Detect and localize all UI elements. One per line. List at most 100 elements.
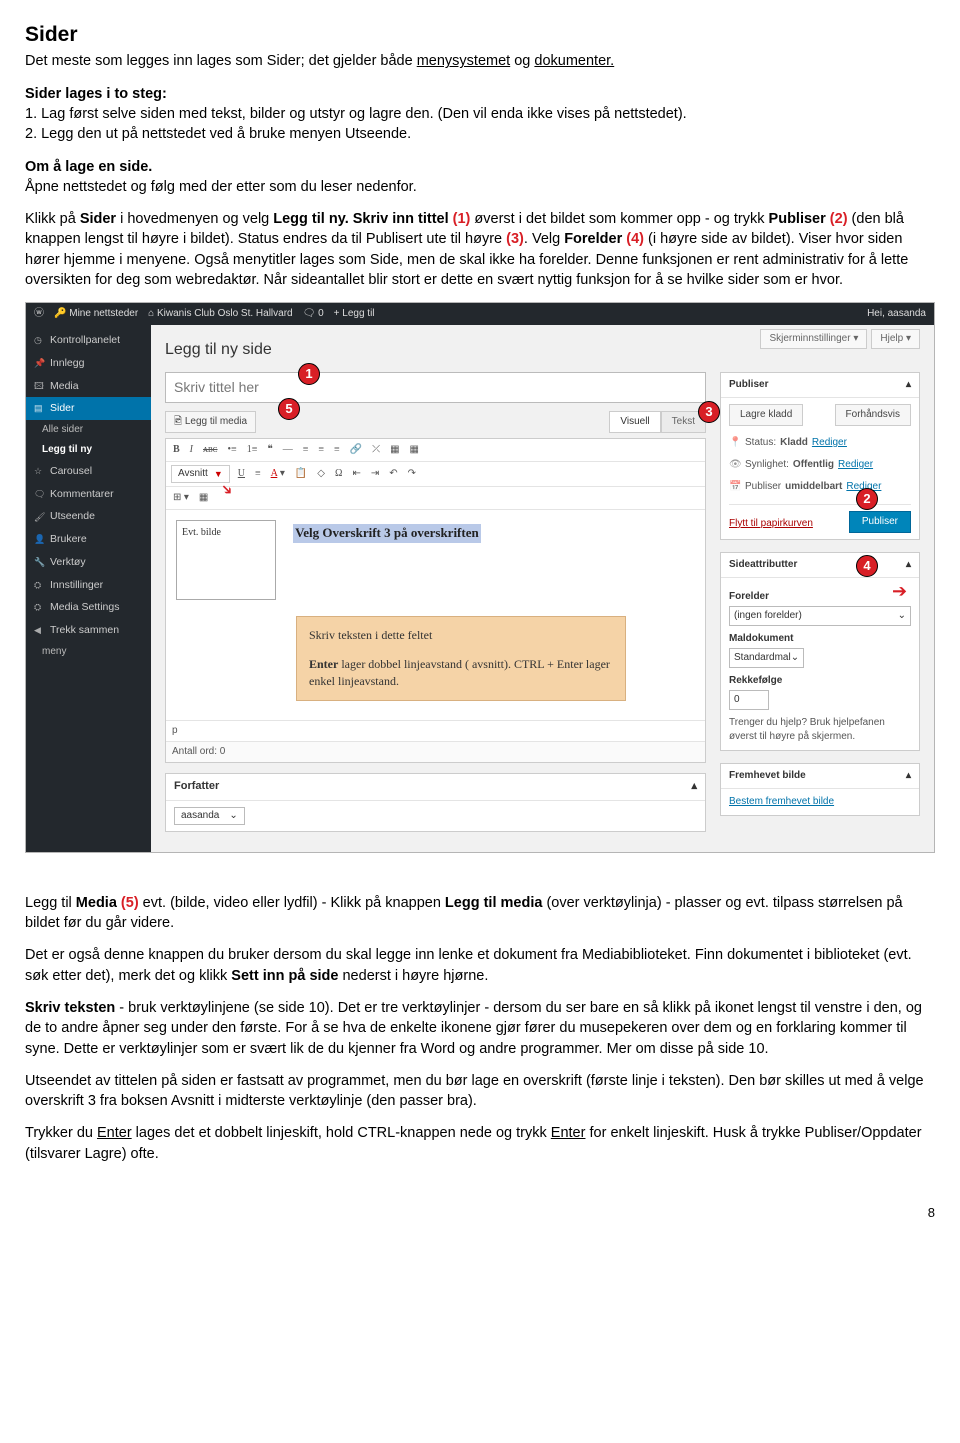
- more-button[interactable]: ▦: [388, 442, 401, 458]
- template-select[interactable]: Standardmal⌄: [729, 648, 804, 668]
- order-label: Rekkefølge: [729, 674, 911, 688]
- tab-screen-options[interactable]: Skjerminnstillinger ▾: [760, 329, 867, 349]
- menu-posts[interactable]: 📌Innlegg: [26, 352, 151, 375]
- step-2: 2. Legg den ut på nettstedet ved å bruke…: [25, 126, 411, 142]
- tab-visual[interactable]: Visuell: [609, 411, 660, 433]
- edit-status[interactable]: Rediger: [812, 436, 847, 450]
- bullets-button[interactable]: •≡: [226, 442, 239, 458]
- attributes-panel-title: Sideattributter: [729, 558, 797, 572]
- numbers-button[interactable]: 1≡: [245, 442, 260, 458]
- link-menysystemet: menysystemet: [417, 53, 510, 69]
- editor-path: p: [166, 720, 705, 741]
- char-button[interactable]: Ω: [333, 466, 344, 482]
- link-dokumenter: dokumenter.: [534, 53, 614, 69]
- tab-help[interactable]: Hjelp ▾: [871, 329, 920, 349]
- paste-button[interactable]: 📋: [293, 466, 309, 482]
- table-button[interactable]: ⊞ ▾: [171, 490, 191, 506]
- new-content[interactable]: + Legg til: [334, 307, 375, 321]
- textcolor-button[interactable]: A ▾: [269, 466, 287, 482]
- comments-count[interactable]: 🗨 0: [303, 307, 324, 321]
- parent-select[interactable]: (ingen forelder)⌄: [729, 606, 911, 626]
- order-input[interactable]: 0: [729, 690, 769, 710]
- menu-dashboard[interactable]: ◷Kontrollpanelet: [26, 329, 151, 352]
- collapse-icon[interactable]: ▴: [906, 558, 911, 572]
- subhead-om: Om å lage en side.: [25, 159, 152, 175]
- strike-button[interactable]: ᴀʙᴄ: [201, 442, 220, 458]
- word-count: Antall ord: 0: [166, 741, 705, 762]
- save-draft-button[interactable]: Lagre kladd: [729, 404, 803, 426]
- author-panel: Forfatter▴ aasanda⌄: [165, 773, 706, 831]
- om-line: Åpne nettstedet og følg med der etter so…: [25, 179, 417, 195]
- collapse-icon[interactable]: ▴: [691, 779, 697, 794]
- preview-button[interactable]: Forhåndsvis: [835, 404, 911, 426]
- hr-button[interactable]: —: [281, 442, 295, 458]
- menu-pages[interactable]: ▤Sider: [26, 397, 151, 420]
- align-center-button[interactable]: ≡: [316, 442, 326, 458]
- users-icon: 👤: [34, 533, 44, 546]
- add-media-button[interactable]: 🖻 Legg til media: [165, 411, 256, 433]
- my-sites[interactable]: 🔑 Mine nettsteder: [54, 307, 138, 321]
- unlink-button[interactable]: ⤫: [370, 442, 382, 458]
- pin-icon: 📌: [34, 357, 44, 370]
- menu-users[interactable]: 👤Brukere: [26, 528, 151, 551]
- menu-carousel[interactable]: ☆Carousel: [26, 460, 151, 483]
- link-button[interactable]: 🔗: [348, 442, 364, 458]
- brush-icon: 🖌: [34, 511, 44, 524]
- toolbar-row-3: ⊞ ▾ ▦: [166, 487, 705, 510]
- dashboard-icon: ◷: [34, 334, 44, 347]
- bold-button[interactable]: B: [171, 442, 182, 458]
- menu-media-settings[interactable]: ⛭Media Settings: [26, 596, 151, 619]
- menu-media[interactable]: 🖾Media: [26, 375, 151, 398]
- help-text: Trenger du hjelp? Bruk hjelpefanen øvers…: [729, 716, 911, 744]
- publish-panel-title: Publiser: [729, 378, 768, 392]
- featured-image-panel: Fremhevet bilde▴ Bestem fremhevet bilde: [720, 763, 920, 816]
- collapse-icon[interactable]: ▴: [906, 769, 911, 783]
- after-para-5: Trykker du Enter lages det et dobbelt li…: [25, 1123, 935, 1164]
- tools-icon: 🔧: [34, 556, 44, 569]
- heading-sider: Sider: [25, 20, 935, 49]
- quote-button[interactable]: ❝: [265, 442, 274, 458]
- image-placeholder: Evt. bilde: [176, 520, 276, 600]
- greeting[interactable]: Hei, aasanda: [867, 307, 926, 321]
- after-para-3: Skriv teksten - bruk verktøylinjene (se …: [25, 998, 935, 1059]
- editor-body[interactable]: Evt. bilde Velg Overskrift 3 på overskri…: [166, 510, 705, 720]
- submenu-add-new[interactable]: Legg til ny: [26, 440, 151, 460]
- align-left-button[interactable]: ≡: [301, 442, 311, 458]
- author-select[interactable]: aasanda⌄: [174, 807, 245, 825]
- instruction-box: Skriv teksten i dette feltet Enter lager…: [296, 616, 626, 700]
- outdent-button[interactable]: ⇤: [350, 466, 362, 482]
- wp-logo-icon[interactable]: ⓦ: [34, 307, 44, 321]
- publish-button[interactable]: Publiser: [849, 511, 911, 533]
- edit-visibility[interactable]: Rediger: [838, 458, 873, 472]
- menu-appearance[interactable]: 🖌Utseende: [26, 505, 151, 528]
- undo-button[interactable]: ↶: [387, 466, 399, 482]
- submenu-all-pages[interactable]: Alle sider: [26, 420, 151, 440]
- indent-button[interactable]: ⇥: [369, 466, 381, 482]
- redo-button[interactable]: ↷: [406, 466, 418, 482]
- title-input[interactable]: Skriv tittel her: [165, 372, 706, 404]
- justify-button[interactable]: ≡: [253, 466, 263, 482]
- menu-comments[interactable]: 🗨Kommentarer: [26, 483, 151, 506]
- media-icon: 🖾: [34, 380, 44, 393]
- after-para-1: Legg til Media (5) evt. (bilde, video el…: [25, 893, 935, 934]
- menu-settings[interactable]: ⛭Innstillinger: [26, 574, 151, 597]
- format-select[interactable]: Avsnitt▼: [171, 465, 230, 483]
- set-featured-image[interactable]: Bestem fremhevet bilde: [729, 796, 834, 807]
- move-to-trash[interactable]: Flytt til papirkurven: [729, 511, 813, 531]
- italic-button[interactable]: I: [188, 442, 195, 458]
- menu-collapse[interactable]: ◀Trekk sammen: [26, 619, 151, 642]
- menu-tools[interactable]: 🔧Verktøy: [26, 551, 151, 574]
- comment-icon: 🗨: [34, 488, 44, 501]
- grid-button[interactable]: ▦: [197, 490, 210, 506]
- parent-label: Forelder: [729, 590, 911, 604]
- site-name[interactable]: ⌂ Kiwanis Club Oslo St. Hallvard: [148, 307, 292, 321]
- clear-button[interactable]: ◇: [315, 466, 327, 482]
- instruction-para: Klikk på Sider i hovedmenyen og velg Leg…: [25, 209, 935, 290]
- red-arrow-parent: ➔: [892, 579, 907, 604]
- underline-button[interactable]: U: [236, 466, 247, 482]
- toggle-toolbar-button[interactable]: ▦: [408, 442, 421, 458]
- carousel-icon: ☆: [34, 465, 44, 478]
- chevron-down-icon: ⌄: [898, 609, 906, 623]
- align-right-button[interactable]: ≡: [332, 442, 342, 458]
- collapse-icon[interactable]: ▴: [906, 378, 911, 392]
